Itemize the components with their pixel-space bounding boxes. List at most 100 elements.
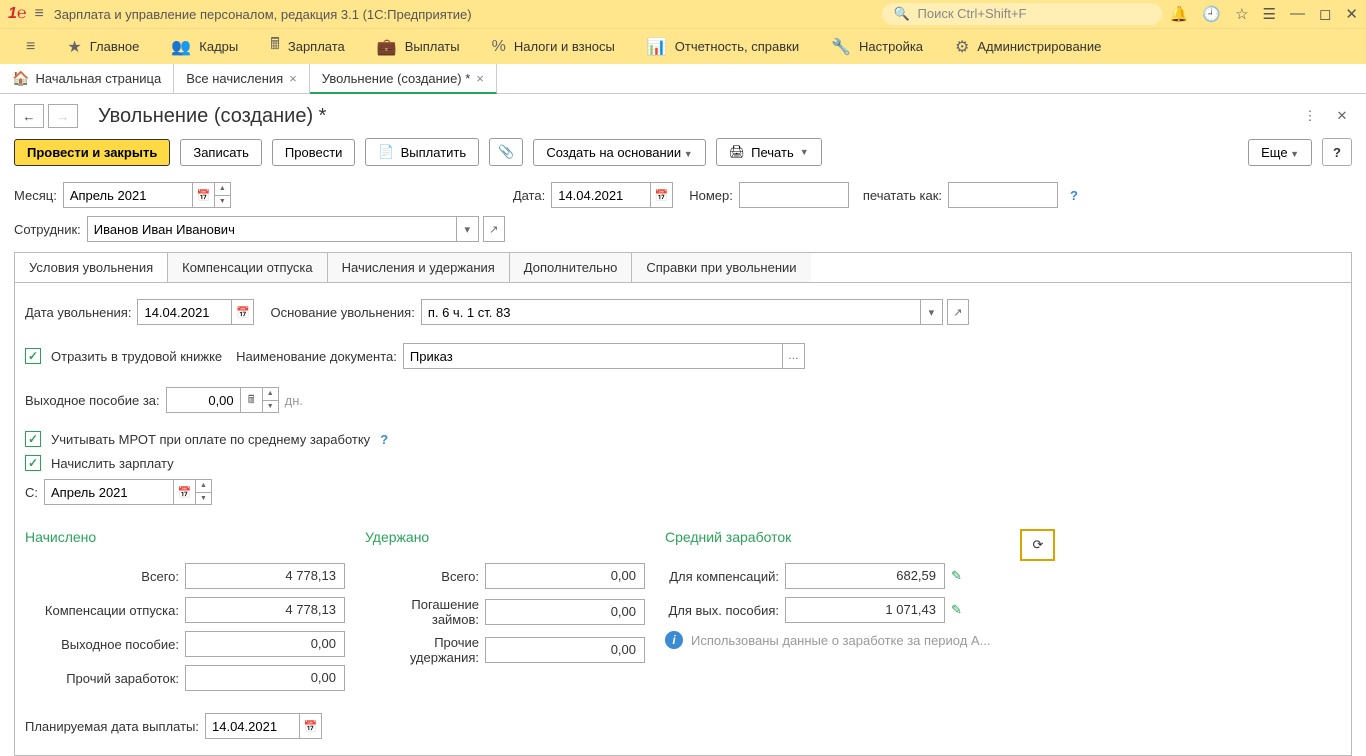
accrue-label: Начислить зарплату [51, 456, 174, 471]
tab-additional[interactable]: Дополнительно [510, 253, 633, 282]
mrot-checkbox[interactable]: ✓ [25, 431, 41, 447]
create-based-button[interactable]: Создать на основании [533, 139, 705, 166]
more-actions-icon[interactable]: ⋮ [1300, 106, 1320, 126]
global-search[interactable]: 🔍 Поиск Ctrl+Shift+F [882, 3, 1162, 25]
bell-icon[interactable]: 🔔 [1170, 5, 1189, 23]
post-button[interactable]: Провести [272, 139, 356, 166]
vacation-comp-label: Компенсации отпуска: [25, 603, 185, 618]
history-icon[interactable]: 🕘 [1202, 5, 1221, 23]
workbook-checkbox[interactable]: ✓ [25, 348, 41, 364]
dismiss-date-input[interactable] [137, 299, 232, 325]
write-button[interactable]: Записать [180, 139, 262, 166]
tab-accruals[interactable]: Все начисления × [174, 64, 310, 93]
close-page-icon[interactable]: ✕ [1332, 106, 1352, 126]
ellipsis-icon[interactable]: … [783, 343, 805, 369]
number-input[interactable] [739, 182, 849, 208]
dismiss-date-label: Дата увольнения: [25, 305, 131, 320]
menu-payments[interactable]: 💼Выплаты [363, 31, 474, 63]
other-withheld-value: 0,00 [485, 637, 645, 663]
step-up[interactable]: ▲ [263, 388, 278, 401]
accrue-checkbox[interactable]: ✓ [25, 455, 41, 471]
refresh-button[interactable]: ⟳ [1020, 529, 1055, 561]
tab-certificates[interactable]: Справки при увольнении [632, 253, 810, 282]
for-sev-value: 1 071,43 [785, 597, 945, 623]
calc-icon[interactable]: 🖩 [241, 387, 263, 413]
edit-icon[interactable]: ✎ [951, 568, 962, 584]
step-down[interactable]: ▼ [215, 196, 230, 208]
app-title: Зарплата и управление персоналом, редакц… [54, 7, 882, 22]
planned-date-input[interactable] [205, 713, 300, 739]
more-button[interactable]: Еще [1248, 139, 1312, 166]
minimize-icon[interactable]: — [1290, 5, 1305, 23]
calendar-icon[interactable]: 📅 [300, 713, 322, 739]
menu-main[interactable]: ★Главное [53, 31, 153, 63]
close-icon[interactable]: ✕ [1345, 5, 1358, 23]
attach-button[interactable]: 📎 [489, 138, 523, 166]
page-title: Увольнение (создание) * [98, 105, 326, 128]
tab-accruals-deductions[interactable]: Начисления и удержания [328, 253, 510, 282]
help-link[interactable]: ? [1070, 188, 1078, 203]
docname-input[interactable] [403, 343, 783, 369]
severance-input[interactable] [166, 387, 241, 413]
other-withheld-label: Прочие удержания: [365, 635, 485, 665]
calendar-icon[interactable]: 📅 [193, 182, 215, 208]
tab-conditions[interactable]: Условия увольнения [15, 253, 168, 282]
menu-taxes[interactable]: %Налоги и взносы [478, 32, 629, 62]
employee-label: Сотрудник: [14, 222, 81, 237]
month-label: Месяц: [14, 188, 57, 203]
star-icon[interactable]: ☆ [1235, 5, 1248, 23]
step-down[interactable]: ▼ [196, 493, 211, 505]
reason-input[interactable] [421, 299, 921, 325]
step-down[interactable]: ▼ [263, 401, 278, 413]
employee-input[interactable] [87, 216, 457, 242]
post-and-close-button[interactable]: Провести и закрыть [14, 139, 170, 166]
from-label: С: [25, 485, 38, 500]
menu-reports[interactable]: 📊Отчетность, справки [633, 31, 813, 63]
home-icon: 🏠 [12, 70, 29, 87]
dropdown-icon[interactable]: ▾ [457, 216, 479, 242]
step-up[interactable]: ▲ [215, 183, 230, 196]
calendar-icon[interactable]: 📅 [232, 299, 254, 325]
menu-admin[interactable]: ⚙Администрирование [941, 31, 1115, 63]
print-as-input[interactable] [948, 182, 1058, 208]
menu-toggle[interactable]: ≡ [12, 32, 49, 62]
nav-forward-button[interactable]: → [48, 104, 78, 128]
calendar-icon[interactable]: 📅 [174, 479, 196, 505]
app-logo: 1℮ [8, 5, 27, 23]
step-up[interactable]: ▲ [196, 480, 211, 493]
tab-close-icon[interactable]: × [476, 71, 484, 86]
menu-hr[interactable]: 👥Кадры [157, 31, 252, 63]
tab-close-icon[interactable]: × [289, 71, 297, 86]
tab-vacation-comp[interactable]: Компенсации отпуска [168, 253, 328, 282]
tab-dismissal[interactable]: Увольнение (создание) * × [310, 64, 497, 94]
month-input[interactable] [63, 182, 193, 208]
nav-back-button[interactable]: ← [14, 104, 44, 128]
for-comp-label: Для компенсаций: [665, 569, 785, 584]
docname-label: Наименование документа: [236, 349, 397, 364]
help-link[interactable]: ? [380, 432, 388, 447]
menu-salary[interactable]: 🖩Зарплата [256, 27, 359, 66]
severance-total-label: Выходное пособие: [25, 637, 185, 652]
withheld-total-label: Всего: [365, 569, 485, 584]
menu-icon[interactable]: ≡ [35, 5, 44, 23]
help-button[interactable]: ? [1322, 138, 1352, 166]
date-input[interactable] [551, 182, 651, 208]
for-sev-label: Для вых. пособия: [665, 603, 785, 618]
dropdown-icon[interactable]: ▾ [921, 299, 943, 325]
calendar-icon[interactable]: 📅 [651, 182, 673, 208]
tab-home[interactable]: 🏠 Начальная страница [0, 64, 174, 93]
pay-button[interactable]: 📄Выплатить [365, 138, 479, 166]
menu-settings[interactable]: 🔧Настройка [817, 31, 937, 63]
from-input[interactable] [44, 479, 174, 505]
severance-label: Выходное пособие за: [25, 393, 160, 408]
open-ref-icon[interactable]: ↗ [947, 299, 969, 325]
edit-icon[interactable]: ✎ [951, 602, 962, 618]
loan-label: Погашение займов: [365, 597, 485, 627]
print-button[interactable]: 🖨Печать [716, 138, 822, 166]
vacation-comp-value: 4 778,13 [185, 597, 345, 623]
open-ref-icon[interactable]: ↗ [483, 216, 505, 242]
maximize-icon[interactable]: ◻ [1319, 5, 1331, 23]
reason-label: Основание увольнения: [270, 305, 414, 320]
filter-icon[interactable]: ☰ [1263, 5, 1276, 23]
withheld-total-value: 0,00 [485, 563, 645, 589]
